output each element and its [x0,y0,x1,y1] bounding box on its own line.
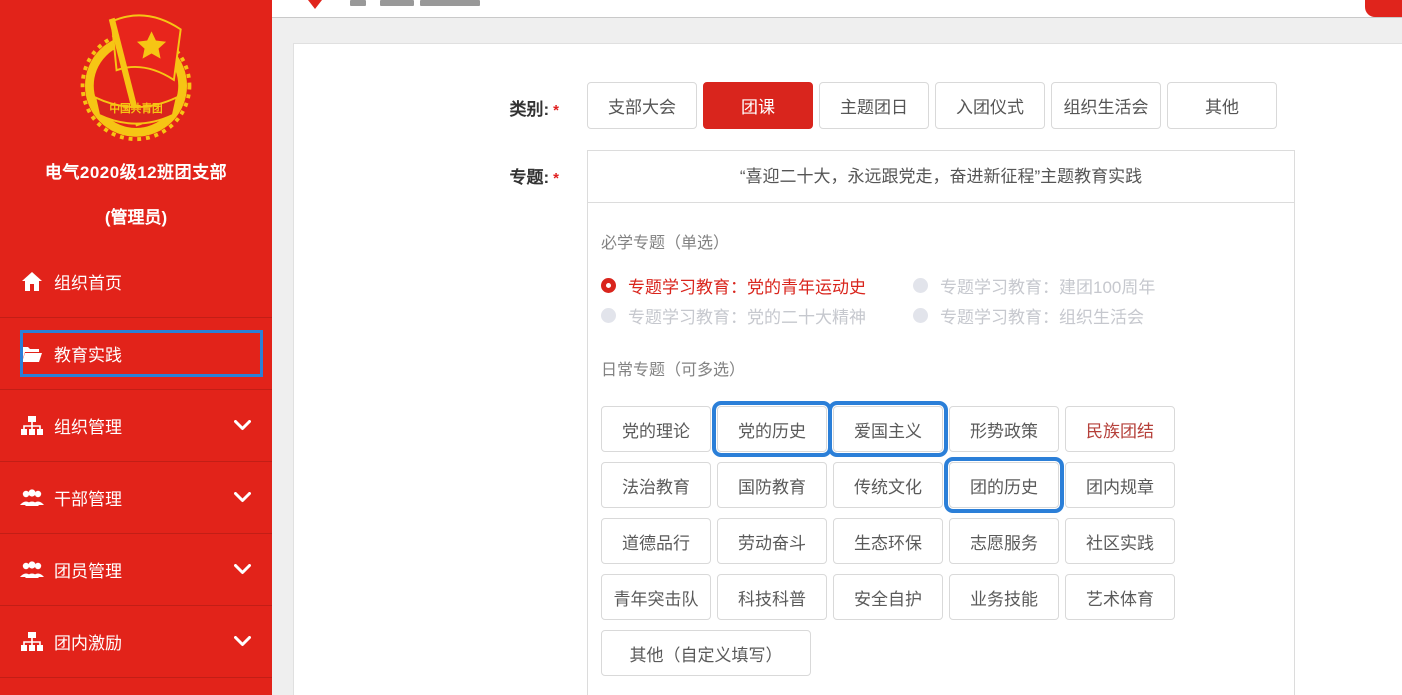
daily-topic-button[interactable]: 志愿服务 [949,518,1059,564]
clipped-red-button[interactable] [1365,0,1402,17]
users-icon [20,559,44,581]
sidebar-item-label: 干部管理 [54,485,122,510]
org-logo: 中国共青团 [0,0,272,144]
top-bar [272,0,1402,18]
clipped-text-fragment [420,0,480,6]
daily-topic-button[interactable]: 青年突击队 [601,574,711,620]
daily-topic-button[interactable]: 团内规章 [1065,462,1175,508]
sidebar-menu: 组织首页教育实践组织管理干部管理团员管理团内激励团内大数据 [0,246,272,695]
sidebar-item-label: 组织管理 [54,413,122,438]
topic-row: 专题:* “喜迎二十大，永远跟党走，奋进新征程”主题教育实践 必学专题（单选） … [294,150,1402,695]
daily-topic-button[interactable]: 生态环保 [833,518,943,564]
users-icon [20,487,44,509]
sidebar: 中国共青团 电气2020级12班团支部 (管理员) 组织首页教育实践组织管理干部… [0,0,272,695]
daily-topic-button[interactable]: 科技科普 [717,574,827,620]
daily-topic-button[interactable]: 爱国主义 [833,406,943,452]
daily-topic-button[interactable]: 党的历史 [717,406,827,452]
daily-topic-button[interactable]: 传统文化 [833,462,943,508]
radio-unselected-icon [601,308,616,323]
sidebar-item-cadre-management[interactable]: 干部管理 [0,462,272,534]
chevron-down-icon [234,417,252,435]
required-topic-radio-label: 专题学习教育：党的青年运动史 [628,273,866,298]
location-pin-icon [308,0,322,9]
org-role: (管理员) [0,203,272,228]
topic-label: 专题:* [294,150,587,188]
required-topic-radio[interactable]: 专题学习教育：建团100周年 [913,273,1282,298]
required-topic-radio-label: 专题学习教育：建团100周年 [940,273,1155,298]
communist-youth-league-emblem-icon: 中国共青团 [67,8,205,144]
sidebar-item-label: 团员管理 [54,557,122,582]
required-topics-options: 专题学习教育：党的青年运动史 专题学习教育：建团100周年专题学习教育：党的二十大… [601,273,1282,328]
org-name: 电气2020级12班团支部 [0,158,272,183]
sidebar-item-label: 教育实践 [54,341,122,366]
topic-body: 必学专题（单选） 专题学习教育：党的青年运动史专题学习教育：建团100周年专题学… [588,203,1294,695]
form-panel: 类别:* 支部大会团课主题团日入团仪式组织生活会其他 专题:* “喜迎二十大，永… [293,43,1402,695]
category-option-button[interactable]: 入团仪式 [935,82,1045,129]
daily-topics-heading: 日常专题（可多选） [601,356,1282,380]
sidebar-item-education-practice[interactable]: 教育实践 [0,318,272,390]
category-row: 类别:* 支部大会团课主题团日入团仪式组织生活会其他 [294,82,1402,129]
required-topic-radio[interactable]: 专题学习教育：党的青年运动史 [601,273,913,298]
clipped-text-fragment [380,0,414,6]
daily-topic-button[interactable]: 劳动奋斗 [717,518,827,564]
required-asterisk: * [553,170,559,187]
daily-topic-button[interactable]: 党的理论 [601,406,711,452]
sitemap-icon [20,631,44,653]
main-content-area: 类别:* 支部大会团课主题团日入团仪式组织生活会其他 专题:* “喜迎二十大，永… [272,18,1402,695]
required-asterisk: * [553,102,559,119]
daily-topic-button[interactable]: 团的历史 [949,462,1059,508]
radio-unselected-icon [913,308,928,323]
category-option-button[interactable]: 其他 [1167,82,1277,129]
sidebar-item-label: 团内激励 [54,629,122,654]
category-option-button[interactable]: 组织生活会 [1051,82,1161,129]
sidebar-item-home[interactable]: 组织首页 [0,246,272,318]
required-topic-radio[interactable]: 专题学习教育：党的二十大精神 [601,303,913,328]
daily-topics-options: 党的理论党的历史爱国主义形势政策民族团结法治教育国防教育传统文化团的历史团内规章… [601,406,1187,686]
sidebar-item-org-management[interactable]: 组织管理 [0,390,272,462]
category-option-button[interactable]: 主题团日 [819,82,929,129]
svg-text:中国共青团: 中国共青团 [109,102,162,115]
topic-title: “喜迎二十大，永远跟党走，奋进新征程”主题教育实践 [588,151,1294,203]
home-icon [20,271,44,293]
category-option-button[interactable]: 团课 [703,82,813,129]
radio-selected-icon [601,278,616,293]
daily-topic-button[interactable]: 国防教育 [717,462,827,508]
required-topics-heading: 必学专题（单选） [601,229,1282,253]
topic-box: “喜迎二十大，永远跟党走，奋进新征程”主题教育实践 必学专题（单选） 专题学习教… [587,150,1295,695]
category-options: 支部大会团课主题团日入团仪式组织生活会其他 [587,82,1283,129]
daily-topic-button[interactable]: 社区实践 [1065,518,1175,564]
daily-topic-button[interactable]: 其他（自定义填写） [601,630,811,676]
daily-topic-button[interactable]: 艺术体育 [1065,574,1175,620]
sitemap-icon [20,415,44,437]
topic-label-text: 专题: [509,168,549,187]
daily-topic-button[interactable]: 民族团结 [1065,406,1175,452]
clipped-text-fragment [350,0,366,6]
sidebar-item-league-big-data[interactable]: 团内大数据 [0,678,272,695]
chevron-down-icon [234,561,252,579]
daily-topic-button[interactable]: 安全自护 [833,574,943,620]
sidebar-item-league-incentive[interactable]: 团内激励 [0,606,272,678]
daily-topic-button[interactable]: 业务技能 [949,574,1059,620]
category-option-button[interactable]: 支部大会 [587,82,697,129]
sidebar-item-label: 组织首页 [54,269,122,294]
required-topic-radio[interactable]: 专题学习教育：组织生活会 [913,303,1282,328]
chevron-down-icon [234,489,252,507]
daily-topic-button[interactable]: 法治教育 [601,462,711,508]
daily-topic-button[interactable]: 道德品行 [601,518,711,564]
required-topic-radio-label: 专题学习教育：组织生活会 [940,303,1144,328]
sidebar-item-member-management[interactable]: 团员管理 [0,534,272,606]
category-label-text: 类别: [509,100,549,119]
chevron-down-icon [234,633,252,651]
category-label: 类别:* [294,82,587,120]
required-topic-radio-label: 专题学习教育：党的二十大精神 [628,303,866,328]
folder-open-icon [20,343,44,365]
radio-unselected-icon [913,278,928,293]
daily-topic-button[interactable]: 形势政策 [949,406,1059,452]
